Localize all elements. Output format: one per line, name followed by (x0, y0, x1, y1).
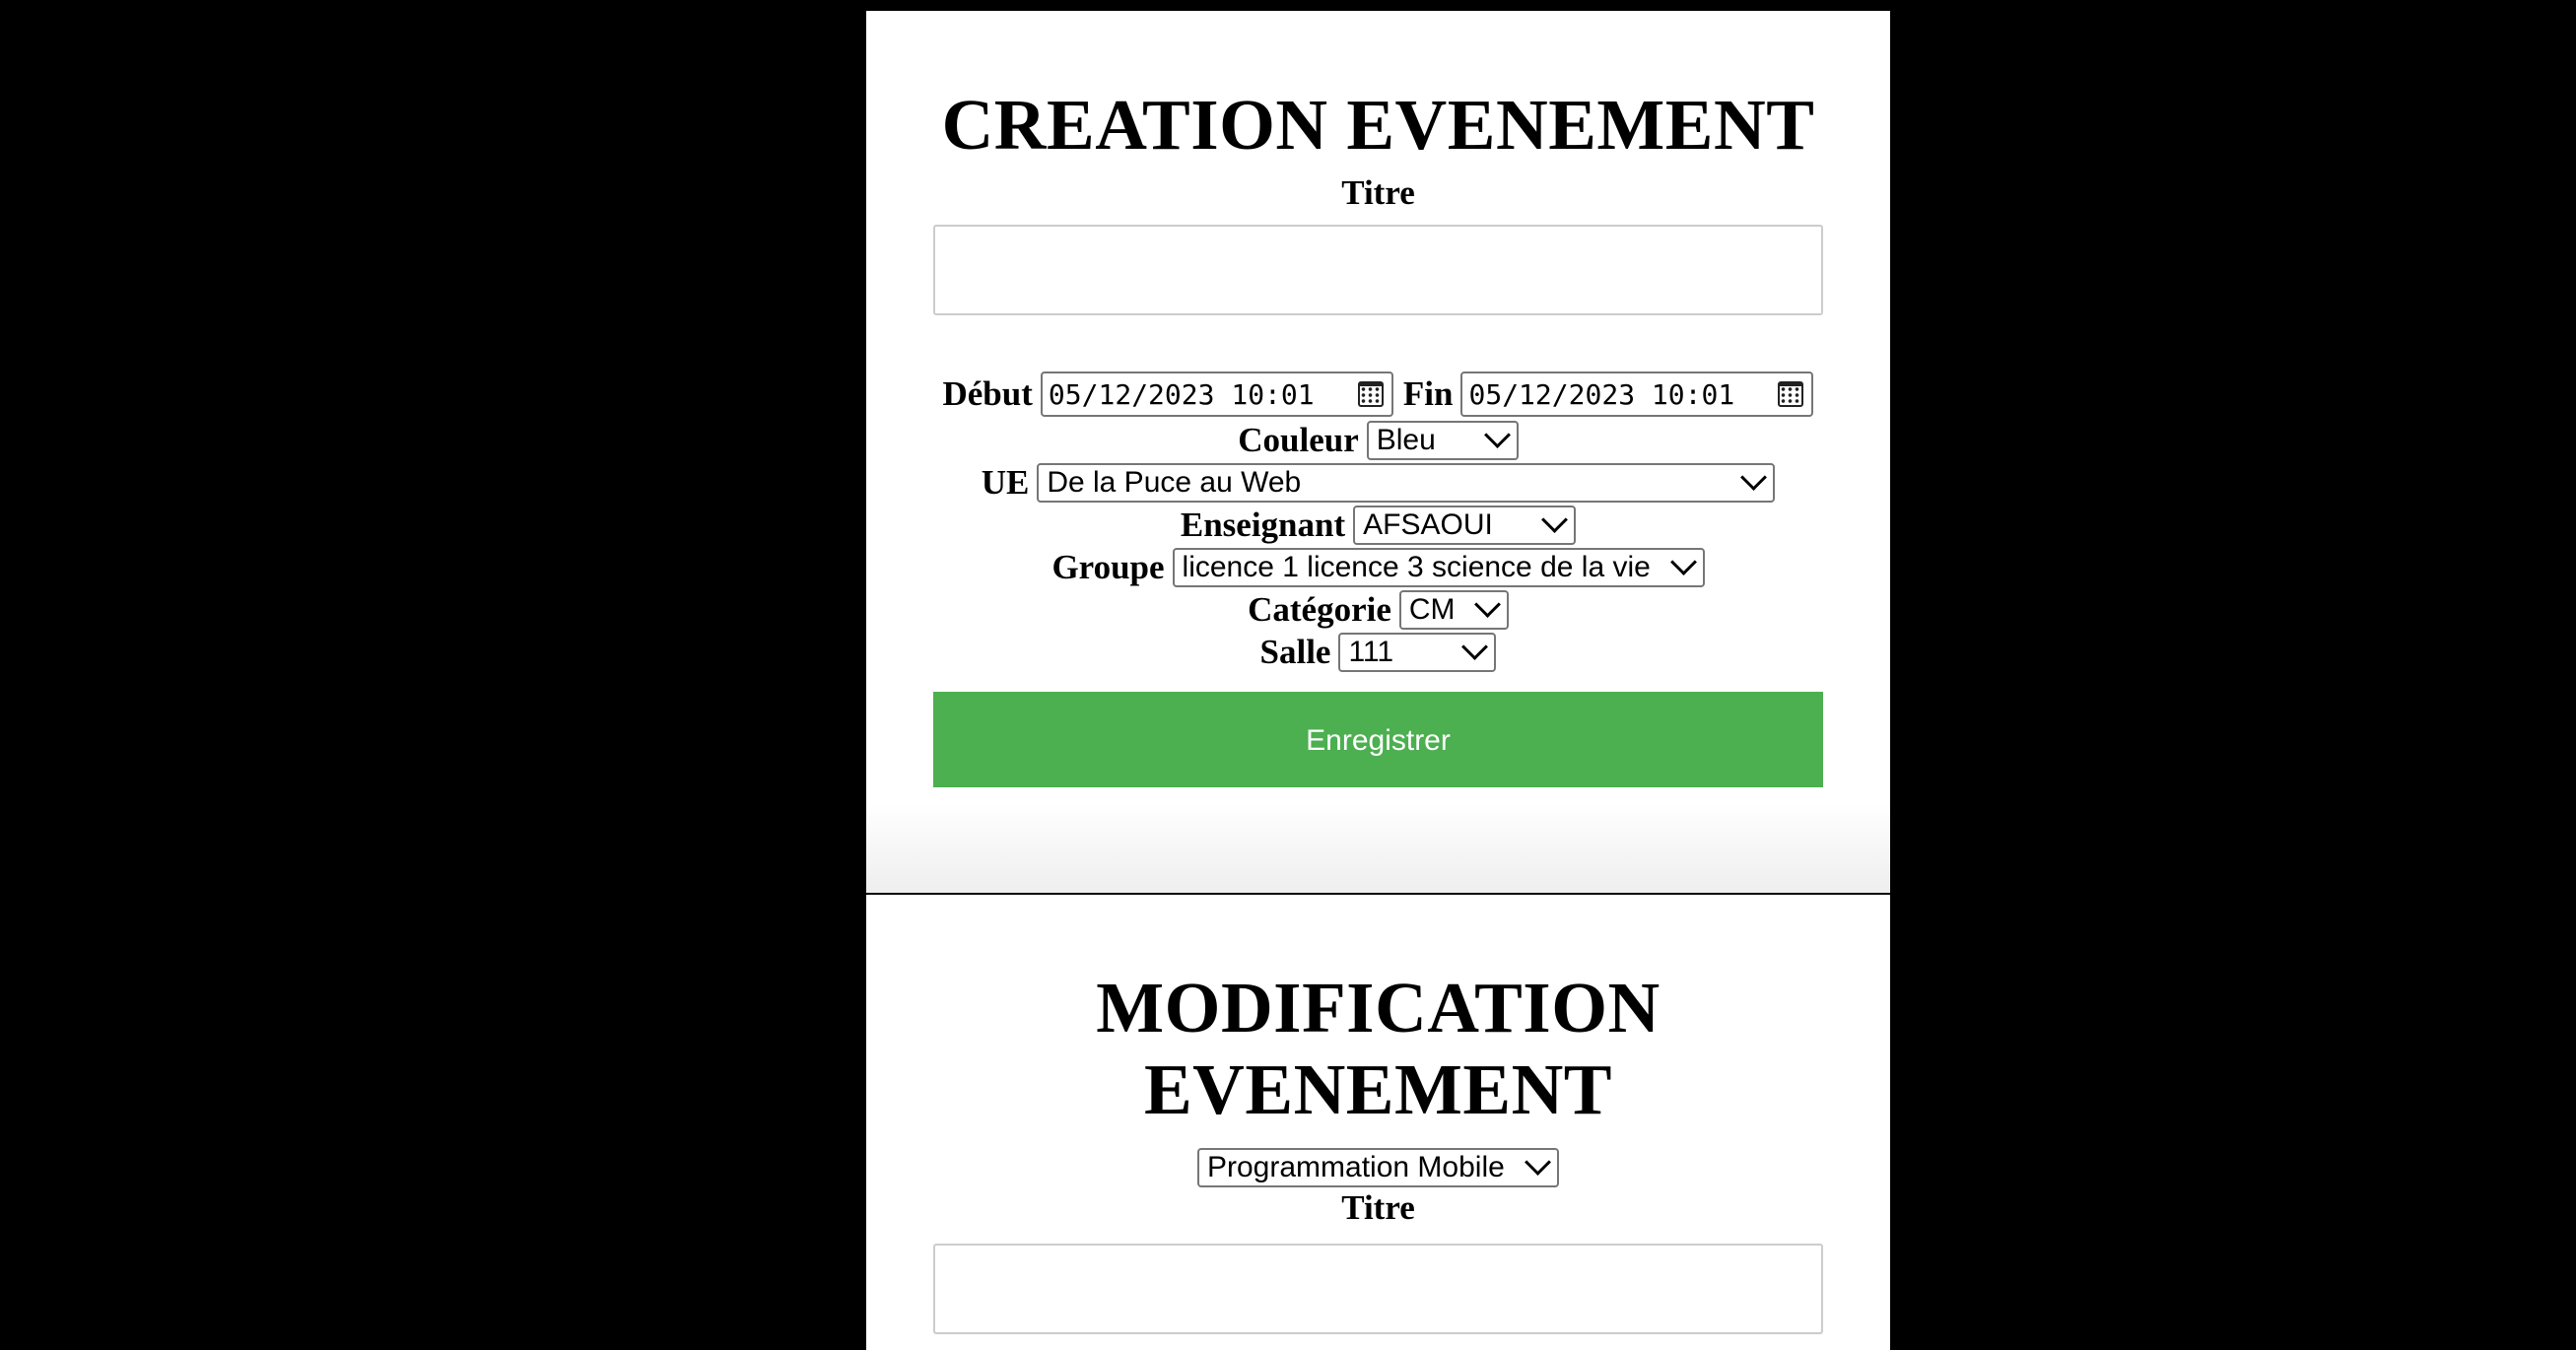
creation-panel: CREATION EVENEMENT Titre Début 05/12/202… (866, 11, 1890, 893)
modification-heading-line2: EVENEMENT (1143, 1049, 1612, 1129)
date-row: Début 05/12/2023 10:01 Fin 05/12/2023 10… (866, 370, 1890, 419)
end-label: Fin (1402, 374, 1454, 413)
event-select-value: Programmation Mobile (1207, 1150, 1505, 1183)
ue-label: UE (981, 462, 1030, 502)
group-select[interactable]: licence 1 licence 3 science de la vie (1172, 547, 1705, 587)
end-datetime-value: 05/12/2023 10:01 (1468, 377, 1735, 411)
teacher-label: Enseignant (1180, 505, 1346, 544)
room-select[interactable]: 111 (1338, 632, 1497, 672)
room-label: Salle (1259, 632, 1331, 671)
title-label: Titre (1341, 173, 1415, 212)
start-datetime-value: 05/12/2023 10:01 (1048, 377, 1315, 411)
room-row: Salle 111 (866, 631, 1890, 673)
group-select-value: licence 1 licence 3 science de la vie (1182, 550, 1651, 583)
modification-title-input[interactable] (933, 1244, 1823, 1334)
category-select[interactable]: CM (1398, 589, 1509, 630)
chevron-down-icon (1483, 422, 1511, 448)
color-row: Couleur Bleu (866, 419, 1890, 461)
group-label: Groupe (1051, 547, 1165, 586)
teacher-select-value: AFSAOUI (1363, 507, 1493, 541)
room-select-value: 111 (1348, 635, 1394, 668)
teacher-row: Enseignant AFSAOUI (866, 504, 1890, 546)
chevron-down-icon (1525, 1149, 1551, 1176)
calendar-icon[interactable] (1778, 381, 1804, 407)
color-select[interactable]: Bleu (1366, 420, 1519, 460)
end-datetime-input[interactable]: 05/12/2023 10:01 (1460, 371, 1814, 417)
event-select[interactable]: Programmation Mobile (1197, 1147, 1559, 1187)
chevron-down-icon (1461, 634, 1489, 660)
modification-panel: MODIFICATION EVENEMENT Programmation Mob… (866, 895, 1890, 1350)
start-label: Début (942, 374, 1033, 413)
calendar-icon[interactable] (1357, 381, 1384, 407)
modification-heading-line1: MODIFICATION (1096, 968, 1661, 1047)
event-select-row: Programmation Mobile (866, 1146, 1890, 1188)
start-datetime-input[interactable]: 05/12/2023 10:01 (1040, 371, 1393, 417)
chevron-down-icon (1740, 464, 1768, 491)
category-label: Catégorie (1248, 589, 1391, 629)
modification-title-label: Titre (1341, 1188, 1415, 1227)
title-input[interactable] (933, 225, 1823, 315)
chevron-down-icon (1669, 549, 1697, 575)
category-select-value: CM (1408, 592, 1456, 626)
color-label: Couleur (1238, 420, 1359, 459)
group-row: Groupe licence 1 licence 3 science de la… (866, 546, 1890, 588)
ue-select-value: De la Puce au Web (1047, 465, 1302, 499)
save-button[interactable]: Enregistrer (933, 692, 1823, 787)
color-select-value: Bleu (1376, 423, 1436, 456)
chevron-down-icon (1473, 591, 1501, 618)
ue-row: UE De la Puce au Web (866, 461, 1890, 504)
category-row: Catégorie CM (866, 588, 1890, 631)
creation-heading: CREATION EVENEMENT (941, 85, 1815, 165)
ue-select[interactable]: De la Puce au Web (1037, 462, 1776, 503)
teacher-select[interactable]: AFSAOUI (1353, 505, 1577, 545)
chevron-down-icon (1541, 506, 1569, 533)
page: CREATION EVENEMENT Titre Début 05/12/202… (0, 0, 2576, 1350)
